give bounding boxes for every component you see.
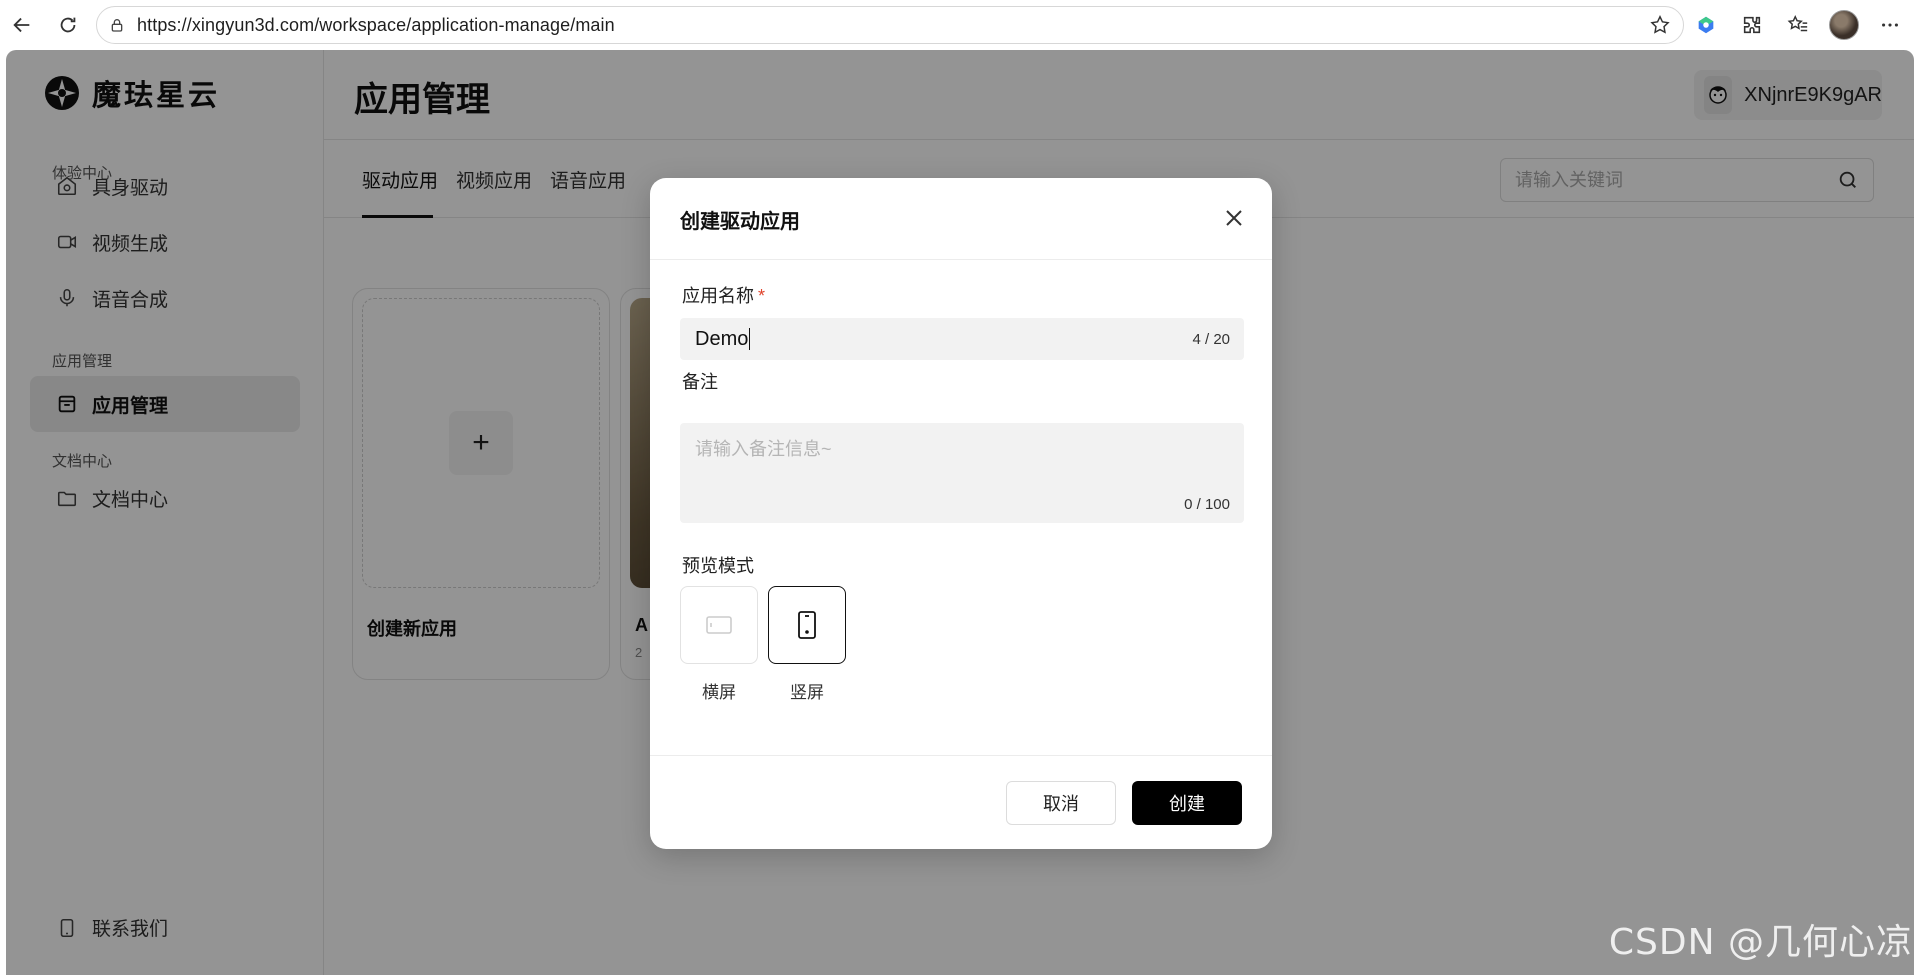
close-icon[interactable]: [1222, 206, 1246, 230]
app-name-text: Demo: [695, 327, 749, 350]
note-textarea[interactable]: 请输入备注信息~ 0 / 100: [680, 423, 1244, 523]
portrait-mode-label: 竖屏: [790, 683, 824, 702]
favorite-star-icon[interactable]: [1649, 14, 1671, 41]
required-mark: *: [758, 286, 766, 306]
create-button[interactable]: 创建: [1132, 781, 1242, 825]
text-caret: [749, 328, 751, 351]
extension-colorful-icon[interactable]: [1687, 3, 1725, 47]
preview-mode-label: 预览模式: [682, 556, 754, 576]
app-name-label: 应用名称 *: [682, 282, 765, 308]
lock-icon[interactable]: [97, 17, 137, 33]
portrait-screen-icon: [798, 611, 816, 639]
address-bar[interactable]: https://xingyun3d.com/workspace/applicat…: [96, 6, 1684, 44]
more-menu-icon[interactable]: [1871, 3, 1909, 47]
url-text: https://xingyun3d.com/workspace/applicat…: [137, 14, 615, 35]
browser-toolbar: https://xingyun3d.com/workspace/applicat…: [0, 0, 1919, 50]
landscape-mode-label: 横屏: [702, 683, 736, 702]
app-name-field[interactable]: Demo 4 / 20: [680, 318, 1244, 360]
create-app-dialog: 创建驱动应用 应用名称 * Demo 4 / 20 备注 请输入备注信息~ 0 /…: [650, 178, 1272, 849]
app-name-value: Demo: [680, 327, 751, 351]
extensions-puzzle-icon[interactable]: [1733, 3, 1771, 47]
back-icon[interactable]: [0, 3, 44, 47]
cancel-button[interactable]: 取消: [1006, 781, 1116, 825]
note-label: 备注: [682, 372, 718, 392]
reload-icon[interactable]: [46, 3, 90, 47]
note-counter: 0 / 100: [1184, 496, 1230, 513]
app-name-counter: 4 / 20: [1192, 330, 1230, 348]
favorites-list-icon[interactable]: [1779, 3, 1817, 47]
landscape-mode-option[interactable]: [680, 586, 758, 664]
landscape-screen-icon: [706, 616, 732, 634]
portrait-mode-option[interactable]: [768, 586, 846, 664]
dialog-footer: 取消 创建: [650, 755, 1272, 849]
watermark-text: CSDN @几何心凉: [1608, 922, 1913, 963]
dialog-header: 创建驱动应用: [650, 178, 1272, 260]
app-name-label-text: 应用名称: [682, 286, 754, 306]
dialog-title: 创建驱动应用: [680, 211, 800, 233]
note-placeholder: 请输入备注信息~: [695, 439, 832, 459]
profile-avatar-icon[interactable]: [1825, 3, 1863, 47]
